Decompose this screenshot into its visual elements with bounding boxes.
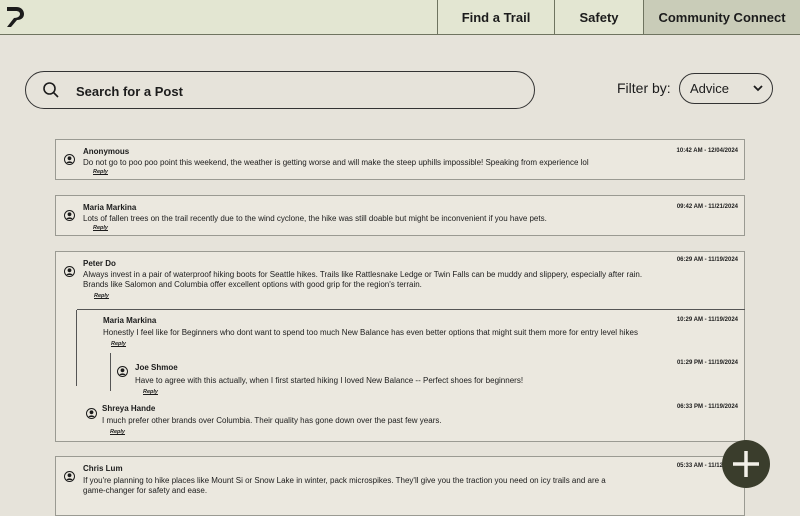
post-text: Do not go to poo poo point this weekend,… bbox=[83, 158, 589, 167]
filter-label: Filter by: bbox=[617, 80, 671, 96]
reply-author: Joe Shmoe bbox=[135, 363, 178, 372]
post-text-line-1: Always invest in a pair of waterproof hi… bbox=[83, 270, 643, 279]
chevron-down-icon bbox=[753, 85, 763, 92]
tab-community-connect[interactable]: Community Connect bbox=[643, 0, 800, 34]
reply-author: Shreya Hande bbox=[102, 404, 156, 413]
post-card: Anonymous 10:42 AM - 12/04/2024 Do not g… bbox=[55, 139, 745, 180]
post-text-line-2: Brands like Salomon and Columbia offer e… bbox=[83, 280, 422, 289]
post-text-line-2: game-changer for safety and ease. bbox=[83, 486, 208, 495]
post-timestamp: 09:42 AM - 11/21/2024 bbox=[676, 204, 738, 210]
reply-timestamp: 06:33 PM - 11/19/2024 bbox=[676, 404, 738, 410]
reply-author: Maria Markina bbox=[103, 316, 157, 325]
reply-link[interactable]: Reply bbox=[111, 341, 126, 347]
tab-safety[interactable]: Safety bbox=[554, 0, 643, 34]
tab-find-a-trail[interactable]: Find a Trail bbox=[437, 0, 554, 34]
user-avatar-icon bbox=[64, 210, 75, 221]
reply-timestamp: 10:29 AM - 11/19/2024 bbox=[676, 317, 738, 323]
post-timestamp: 10:42 AM - 12/04/2024 bbox=[676, 148, 738, 154]
reply-link[interactable]: Reply bbox=[94, 293, 109, 299]
reply-link[interactable]: Reply bbox=[110, 429, 125, 435]
post-author: Anonymous bbox=[83, 147, 130, 156]
reply-text: I much prefer other brands over Columbia… bbox=[102, 416, 442, 425]
reply-link[interactable]: Reply bbox=[93, 169, 108, 175]
search-icon[interactable] bbox=[42, 81, 60, 99]
reply-text: Have to agree with this actually, when I… bbox=[135, 376, 524, 385]
user-avatar-icon bbox=[64, 154, 75, 165]
post-card: Maria Markina 09:42 AM - 11/21/2024 Lots… bbox=[55, 195, 745, 236]
user-avatar-icon bbox=[117, 366, 128, 377]
reply-text: Honestly I feel like for Beginners who d… bbox=[103, 328, 638, 337]
post-text-line-1: If you're planning to hike places like M… bbox=[83, 476, 606, 485]
add-post-button[interactable] bbox=[722, 440, 770, 488]
reply-timestamp: 01:29 PM - 11/19/2024 bbox=[676, 360, 738, 366]
filter-dropdown[interactable]: Advice bbox=[679, 73, 773, 104]
user-avatar-icon bbox=[64, 471, 75, 482]
filter-selected-value: Advice bbox=[690, 81, 730, 96]
post-author: Chris Lum bbox=[83, 464, 123, 473]
thread-line bbox=[76, 310, 77, 386]
post-card: Chris Lum 05:33 AM - 11/12/2024 If you'r… bbox=[55, 456, 745, 516]
thread-line bbox=[110, 353, 111, 391]
post-timestamp: 06:29 AM - 11/19/2024 bbox=[676, 257, 738, 263]
user-avatar-icon bbox=[64, 266, 75, 277]
post-card: Peter Do 06:29 AM - 11/19/2024 Always in… bbox=[55, 251, 745, 442]
post-author: Maria Markina bbox=[83, 203, 137, 212]
post-author: Peter Do bbox=[83, 259, 116, 268]
top-nav: Find a Trail Safety Community Connect bbox=[0, 0, 800, 35]
search-bar bbox=[25, 71, 535, 110]
user-avatar-icon bbox=[86, 408, 97, 419]
search-input[interactable] bbox=[74, 72, 518, 110]
thread-divider bbox=[77, 309, 745, 310]
post-text: Lots of fallen trees on the trail recent… bbox=[83, 214, 547, 223]
reply-link[interactable]: Reply bbox=[93, 225, 108, 231]
trail-logo-icon[interactable] bbox=[4, 5, 26, 29]
plus-icon bbox=[733, 451, 759, 477]
reply-link[interactable]: Reply bbox=[143, 389, 158, 395]
